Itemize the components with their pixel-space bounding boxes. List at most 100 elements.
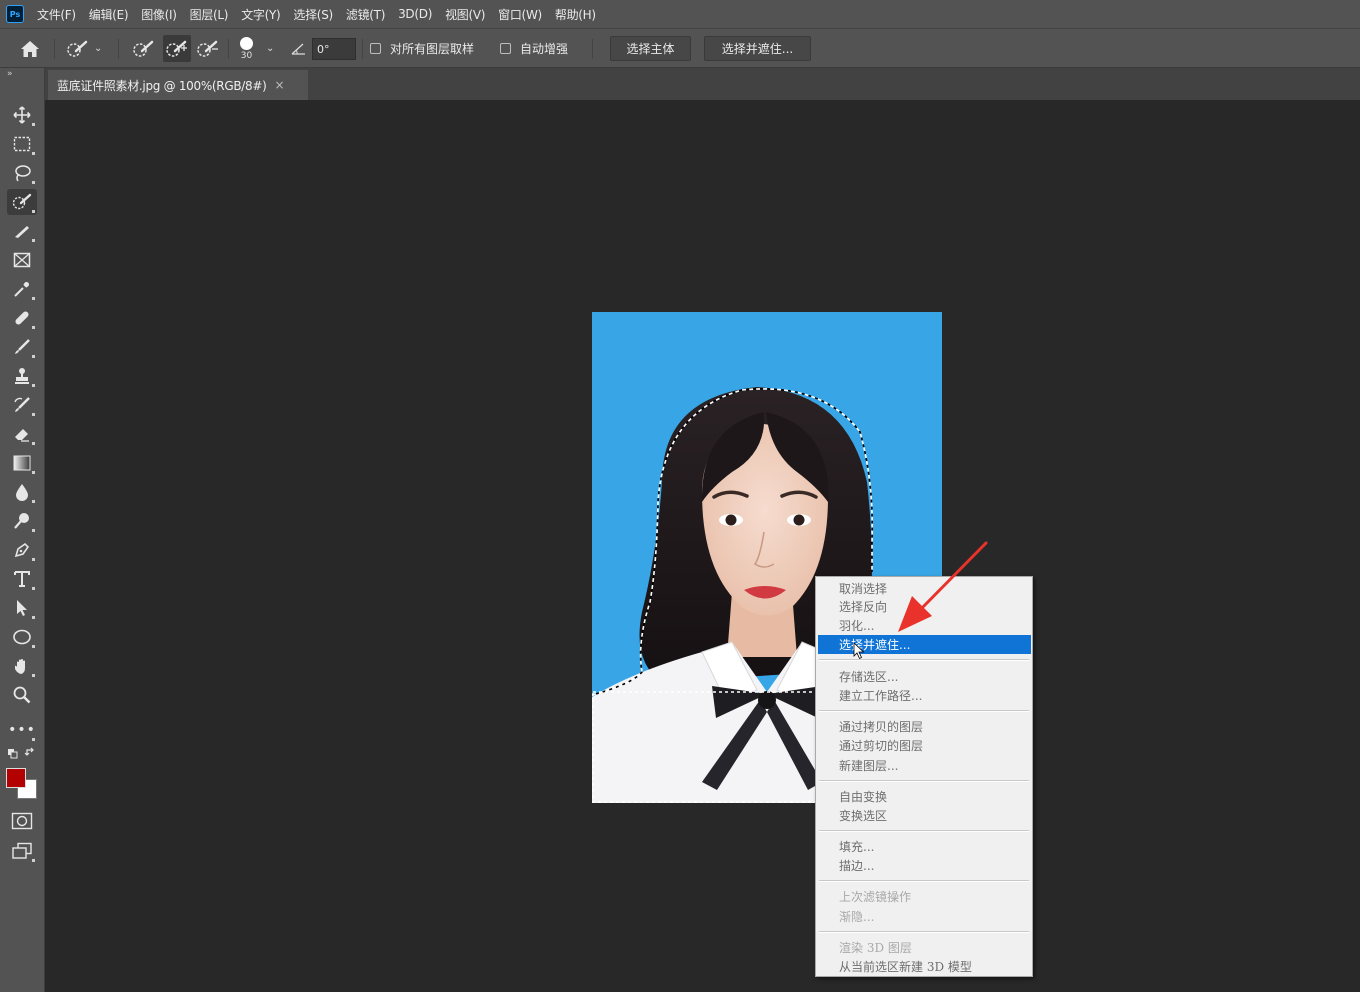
eraser-icon [15,429,29,442]
subtract-selection-icon [197,40,218,57]
swap-colors-icon [8,747,34,759]
zoom-tool[interactable] [7,682,37,708]
quick-selection-preset-icon [67,40,88,57]
move-tool[interactable] [7,102,37,128]
foreground-color-swatch[interactable] [6,768,26,788]
menu-item-last-filter: 上次滤镜操作 [839,890,912,904]
brush-picker-dropdown[interactable]: ⌄ [266,29,274,68]
auto-enhance-checkbox[interactable]: 自动增强 [500,29,568,68]
brush-tool[interactable] [7,334,37,360]
quick-mask-button[interactable] [7,808,37,834]
menu-item-stroke[interactable]: 描边... [816,856,1032,875]
menu-window[interactable]: 窗口(W) [498,6,542,23]
document-tab[interactable]: 蓝底证件照素材.jpg @ 100%(RGB/8#) × [48,70,308,100]
more-icon: ••• [8,722,36,738]
subtract-from-selection-button[interactable] [196,29,220,68]
add-to-selection-button[interactable] [163,35,191,62]
menu-bar: Ps 文件(F) 编辑(E) 图像(I) 图层(L) 文字(Y) 选择(S) 滤… [0,0,1360,28]
brush-size-value: 30 [240,50,253,61]
quick-mask-icon [11,812,33,830]
marquee-tool[interactable] [7,131,37,157]
menu-help[interactable]: 帮助(H) [555,6,596,23]
menu-filter[interactable]: 滤镜(T) [346,6,386,23]
pen-tool[interactable] [7,537,37,563]
menu-select[interactable]: 选择(S) [293,6,333,23]
history-brush-icon [14,397,30,412]
hand-tool[interactable] [7,653,37,679]
options-bar: ⌄ 30 ⌄ 对所有图层取样 [0,28,1360,68]
menu-item-free-transform[interactable]: 自由变换 [816,787,1032,806]
gradient-tool[interactable] [7,450,37,476]
document-tab-bar: 蓝底证件照素材.jpg @ 100%(RGB/8#) × [45,68,1360,100]
home-icon [21,40,39,57]
quick-selection-icon [12,193,32,210]
tools-panel: » ••• [0,68,45,992]
add-selection-icon [166,40,187,57]
menu-item-transform-selection[interactable]: 变换选区 [816,806,1032,825]
zoom-icon [13,686,31,704]
select-and-mask-button[interactable]: 选择并遮住... [704,36,811,61]
menu-view[interactable]: 视图(V) [445,6,485,23]
screen-mode-button[interactable] [7,838,37,864]
menu-item-layer-via-copy[interactable]: 通过拷贝的图层 [816,717,1032,736]
menu-item-new-3d-from-selection[interactable]: 从当前选区新建 3D 模型 [816,957,1032,976]
menu-item-fill[interactable]: 填充... [816,837,1032,856]
collapse-panel-icon[interactable]: » [7,69,13,79]
brush-tip-icon [240,36,253,50]
menu-type[interactable]: 文字(Y) [241,6,281,23]
type-icon [14,571,30,587]
dodge-icon [14,513,29,529]
menu-image[interactable]: 图像(I) [141,6,177,23]
menu-item-new-layer[interactable]: 新建图层... [816,756,1032,775]
frame-icon [13,252,31,268]
hand-icon [15,659,25,674]
screen-mode-icon [12,842,32,859]
brush-icon [15,339,30,354]
menu-3d[interactable]: 3D(D) [398,7,432,21]
gradient-icon [13,455,31,471]
healing-brush-tool[interactable] [7,305,37,331]
eyedropper-icon [14,282,29,297]
menu-layer[interactable]: 图层(L) [190,6,229,23]
sample-all-layers-label: 对所有图层取样 [390,42,475,56]
history-brush-tool[interactable] [7,392,37,418]
lasso-tool[interactable] [7,160,37,186]
eyedropper-tool[interactable] [7,276,37,302]
brush-size-picker[interactable]: 30 [240,29,253,68]
object-selection-tool[interactable] [7,218,37,244]
home-button[interactable] [20,29,40,68]
menu-item-fade: 渐隐... [839,910,875,924]
ellipse-tool[interactable] [7,624,37,650]
blur-tool[interactable] [7,479,37,505]
path-selection-tool[interactable] [7,595,37,621]
path-selection-icon [17,600,27,616]
menu-item-make-work-path[interactable]: 建立工作路径... [816,686,1032,705]
menu-item-save-selection[interactable]: 存储选区... [816,667,1032,686]
menu-item-layer-via-cut[interactable]: 通过剪切的图层 [816,736,1032,755]
edit-toolbar-button[interactable]: ••• [7,717,37,743]
move-icon [13,106,31,124]
new-selection-button[interactable] [132,29,156,68]
rectangle-marquee-icon [13,136,31,152]
eraser-tool[interactable] [7,421,37,447]
menu-edit[interactable]: 编辑(E) [89,6,129,23]
checkbox-box [370,43,381,54]
color-swatches[interactable] [4,766,38,802]
checkbox-box [500,43,511,54]
chevron-down-icon: ⌄ [266,43,275,54]
ellipse-icon [13,629,31,645]
angle-input[interactable] [312,38,356,60]
select-subject-button[interactable]: 选择主体 [610,36,691,61]
sample-all-layers-checkbox[interactable]: 对所有图层取样 [370,29,474,68]
document-tab-title: 蓝底证件照素材.jpg @ 100%(RGB/8#) [57,78,267,93]
swap-colors-button[interactable] [7,744,37,762]
type-tool[interactable] [7,566,37,592]
quick-selection-tool[interactable] [7,189,37,215]
menu-file[interactable]: 文件(F) [37,6,76,23]
close-icon[interactable]: × [274,78,284,92]
tool-preset-picker[interactable]: ⌄ [66,29,102,68]
photoshop-logo-icon[interactable]: Ps [6,5,24,23]
dodge-tool[interactable] [7,508,37,534]
frame-tool[interactable] [7,247,37,273]
clone-stamp-tool[interactable] [7,363,37,389]
